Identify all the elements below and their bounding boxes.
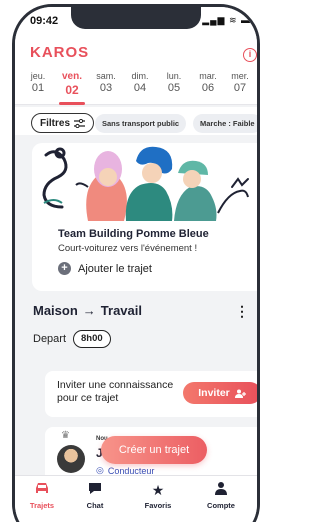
day-name: lun. (166, 71, 182, 81)
trip-title[interactable]: Maison → Travail (33, 303, 142, 318)
invite-button[interactable]: Inviter (183, 382, 257, 404)
signal-wifi-battery-icon: ▂▄▆ ≋ ▬ (202, 15, 251, 25)
event-title: Team Building Pomme Bleue (58, 228, 209, 240)
tab-chat[interactable]: Chat (70, 481, 120, 510)
day-number: 06 (201, 82, 215, 94)
tab-label: Favoris (144, 501, 172, 510)
chat-bubble-icon (70, 481, 120, 499)
driver-role-label: Conducteur (107, 465, 155, 476)
day-number: 05 (167, 82, 181, 94)
depart-time-pill[interactable]: 8h00 (73, 330, 111, 348)
more-vertical-icon[interactable]: ⋮ (235, 303, 249, 320)
status-bar: 09:42 ▂▄▆ ≋ ▬ (15, 7, 257, 41)
filter-chip-walking[interactable]: Marche : Faible (193, 114, 257, 133)
tab-label: Trajets (29, 501, 55, 510)
team-illustration (42, 146, 249, 221)
add-trip-button[interactable]: + Ajouter le trajet (58, 262, 152, 275)
car-icon (17, 481, 67, 499)
filter-chip-transport[interactable]: Sans transport public (95, 114, 187, 133)
day-item-selected[interactable]: ven. 02 (55, 71, 89, 97)
status-time: 09:42 (30, 15, 59, 27)
sliders-icon (74, 118, 86, 128)
day-item[interactable]: mar. 06 (191, 71, 225, 94)
event-subtitle: Court-voiturez vers l'événement ! (58, 243, 198, 254)
trip-origin: Maison (33, 303, 78, 318)
avatar (57, 445, 85, 473)
day-number: 04 (133, 82, 147, 94)
tab-compte[interactable]: Compte (196, 481, 246, 510)
day-item[interactable]: lun. 05 (157, 71, 191, 94)
arrow-right-icon: → (82, 303, 96, 318)
plus-circle-icon: + (58, 262, 71, 275)
tab-favoris[interactable]: ★ Favoris (133, 481, 183, 510)
trip-destination: Travail (100, 303, 142, 318)
user-icon (196, 481, 246, 499)
day-name: mar. (199, 71, 217, 81)
karos-logo: KAROS (30, 44, 90, 61)
invite-text: Inviter une connaissance pour ce trajet (57, 379, 174, 404)
notch (71, 7, 201, 29)
tab-label: Chat (86, 501, 104, 510)
crown-icon: ♛ (61, 430, 70, 441)
day-item[interactable]: sam. 03 (89, 71, 123, 94)
day-name: jeu. (30, 71, 46, 81)
app-screen: 09:42 ▂▄▆ ≋ ▬ KAROS i jeu. 01 ven. 02 sa… (15, 7, 257, 522)
star-icon: ★ (151, 482, 165, 498)
day-name: ven. (61, 71, 82, 82)
invite-card: Inviter une connaissance pour ce trajet … (45, 371, 257, 417)
day-selector: jeu. 01 ven. 02 sam. 03 dim. 04 lun. 05 … (15, 67, 257, 105)
day-number: 03 (99, 82, 113, 94)
create-trip-button[interactable]: Créer un trajet (101, 436, 207, 464)
filter-bar: Filtres Sans transport public Marche : F… (15, 107, 257, 135)
filters-button[interactable]: Filtres (31, 113, 95, 133)
add-trip-label: Ajouter le trajet (78, 262, 152, 275)
day-name: dim. (131, 71, 149, 81)
day-item[interactable]: dim. 04 (123, 71, 157, 94)
day-number: 01 (31, 82, 45, 94)
day-number: 07 (233, 82, 247, 94)
filters-label: Filtres (40, 117, 71, 129)
phone-frame: 09:42 ▂▄▆ ≋ ▬ KAROS i jeu. 01 ven. 02 sa… (12, 4, 260, 522)
invite-label: Inviter (198, 387, 230, 399)
tab-trajets[interactable]: Trajets (17, 481, 67, 510)
bottom-tab-bar: Trajets Chat ★ Favoris Compte (15, 475, 257, 522)
day-item[interactable]: mer. 07 (223, 71, 257, 94)
event-card[interactable]: Team Building Pomme Bleue Court-voiturez… (32, 143, 257, 291)
app-header: KAROS i (15, 41, 257, 67)
day-number: 02 (65, 83, 79, 97)
tab-label: Compte (207, 501, 235, 510)
depart-label: Depart (33, 333, 67, 345)
day-item[interactable]: jeu. 01 (21, 71, 55, 94)
info-icon[interactable]: i (243, 48, 257, 62)
day-name: sam. (96, 71, 116, 81)
day-name: mer. (231, 71, 249, 81)
trip-section: Maison → Travail ⋮ Depart 8h00 (15, 299, 257, 357)
selected-day-indicator (59, 102, 85, 105)
add-person-icon (234, 389, 246, 398)
